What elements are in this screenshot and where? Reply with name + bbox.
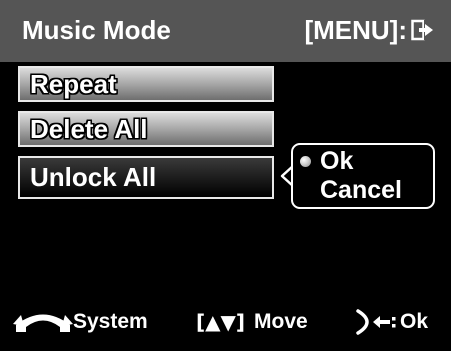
music-mode-screen: Music Mode [MENU]: Repeat Delete All Unl… <box>0 0 451 351</box>
menu-item-delete-all[interactable]: Delete All <box>18 111 274 147</box>
menu-item-label: Delete All <box>30 114 148 144</box>
menu-item-label: Repeat <box>30 69 117 99</box>
up-down-arrows-icon: [▲▼] <box>196 310 246 334</box>
footer-system-hint: System <box>13 305 148 339</box>
menu-item-unlock-all[interactable]: Unlock All <box>18 156 274 199</box>
footer-move-hint: [▲▼] Move <box>196 305 308 339</box>
menu-hint: [MENU]: <box>304 15 435 45</box>
header-bar: Music Mode [MENU]: <box>0 0 451 62</box>
page-title: Music Mode <box>22 15 171 45</box>
selected-radio-icon <box>300 156 311 167</box>
move-label: Move <box>254 310 308 333</box>
footer-bar: System [▲▼] Move Ok <box>0 300 451 344</box>
option-ok[interactable]: Ok <box>320 147 353 175</box>
menu-item-label: Unlock All <box>30 162 157 192</box>
enter-icon <box>356 309 396 335</box>
menu-item-repeat[interactable]: Repeat <box>18 66 274 102</box>
footer-ok-hint: Ok <box>356 305 428 339</box>
confirm-popup: Ok Cancel <box>291 143 435 209</box>
system-label: System <box>73 310 148 333</box>
option-cancel[interactable]: Cancel <box>320 176 402 204</box>
exit-arrow-icon <box>411 19 433 41</box>
ok-label: Ok <box>400 310 429 333</box>
dial-icon <box>13 314 73 332</box>
menu-hint-label: [MENU]: <box>304 15 407 45</box>
